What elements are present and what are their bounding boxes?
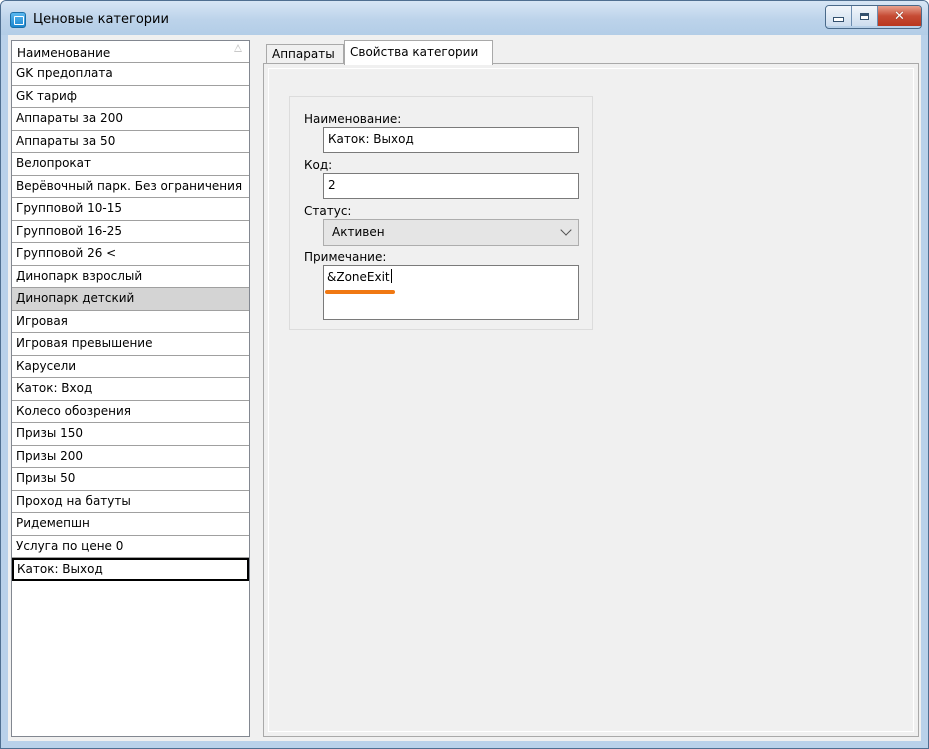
- name-field[interactable]: Каток: Выход: [323, 127, 579, 153]
- app-icon: [10, 12, 26, 28]
- list-item[interactable]: Призы 200: [12, 446, 249, 468]
- window-title: Ценовые категории: [33, 12, 169, 27]
- list-item[interactable]: Групповой 26 <: [12, 243, 249, 266]
- status-label: Статус:: [304, 204, 352, 218]
- window-client-area: Наименование GK предоплата GK тариф Аппара…: [8, 35, 921, 741]
- status-selected-value: Активен: [332, 225, 385, 239]
- list-item[interactable]: Групповой 16-25: [12, 221, 249, 243]
- note-label: Примечание:: [304, 250, 387, 264]
- tab-panel-properties: Наименование: Каток: Выход Код: 2 Статус…: [263, 63, 919, 737]
- code-field[interactable]: 2: [323, 173, 579, 199]
- chevron-down-icon: [560, 224, 572, 236]
- caption-buttons: ✕: [825, 5, 922, 29]
- list-item[interactable]: Аппараты за 50: [12, 131, 249, 153]
- list-item[interactable]: Каток: Выход: [12, 558, 249, 581]
- list-item[interactable]: GK предоплата: [12, 63, 249, 86]
- list-item[interactable]: Ридемепшн: [12, 513, 249, 536]
- list-item[interactable]: Каток: Вход: [12, 378, 249, 401]
- text-cursor: [390, 269, 392, 283]
- list-item[interactable]: Призы 150: [12, 423, 249, 446]
- list-item[interactable]: Групповой 10-15: [12, 198, 249, 221]
- sort-ascending-icon: [234, 44, 242, 52]
- list-item[interactable]: Проход на батуты: [12, 491, 249, 513]
- list-item[interactable]: Игровая превышение: [12, 333, 249, 356]
- list-item[interactable]: Динопарк взрослый: [12, 266, 249, 288]
- status-select[interactable]: Активен: [323, 219, 579, 246]
- properties-group: Наименование: Каток: Выход Код: 2 Статус…: [289, 96, 593, 330]
- tab-devices[interactable]: Аппараты: [266, 44, 344, 64]
- tab-category-properties[interactable]: Свойства категории: [344, 40, 493, 65]
- panel-content: Наименование: Каток: Выход Код: 2 Статус…: [268, 68, 914, 732]
- list-item[interactable]: Динопарк детский: [12, 288, 249, 311]
- minimize-icon: [833, 16, 844, 22]
- category-list[interactable]: Наименование GK предоплата GK тариф Аппара…: [11, 40, 250, 737]
- highlight-underline-annotation: [325, 290, 395, 294]
- column-header-label: Наименование: [17, 46, 111, 60]
- name-label: Наименование:: [304, 112, 402, 126]
- maximize-button[interactable]: [852, 6, 878, 26]
- app-window: Ценовые категории ✕ Наименование GK пред…: [0, 0, 929, 749]
- list-item[interactable]: GK тариф: [12, 86, 249, 108]
- list-item[interactable]: Призы 50: [12, 468, 249, 491]
- list-rows: GK предоплата GK тариф Аппараты за 200 Аппа…: [12, 63, 249, 581]
- note-text: &ZoneExit: [327, 270, 390, 284]
- maximize-icon: [860, 12, 869, 20]
- list-column-header[interactable]: Наименование: [12, 41, 249, 63]
- close-icon: ✕: [894, 8, 905, 24]
- list-item[interactable]: Велопрокат: [12, 153, 249, 176]
- list-item[interactable]: Аппараты за 200: [12, 108, 249, 131]
- list-item[interactable]: Верёвочный парк. Без ограничения: [12, 176, 249, 198]
- close-button[interactable]: ✕: [878, 6, 921, 26]
- code-label: Код:: [304, 158, 333, 172]
- list-item[interactable]: Карусели: [12, 356, 249, 378]
- list-item[interactable]: Услуга по цене 0: [12, 536, 249, 558]
- minimize-button[interactable]: [826, 6, 852, 26]
- list-item[interactable]: Игровая: [12, 311, 249, 333]
- list-item[interactable]: Колесо обозрения: [12, 401, 249, 423]
- title-bar[interactable]: Ценовые категории ✕: [1, 1, 928, 35]
